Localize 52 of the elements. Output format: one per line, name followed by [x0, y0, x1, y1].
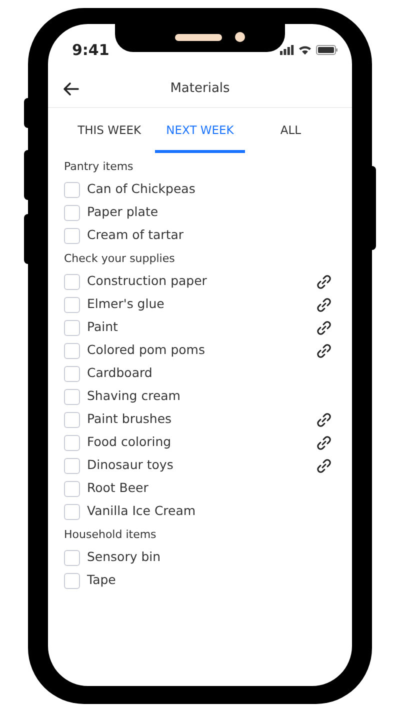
speaker: [175, 34, 222, 41]
checkbox[interactable]: [64, 480, 80, 496]
checkbox[interactable]: [64, 320, 80, 336]
section-heading: Check your supplies: [64, 250, 176, 267]
section-heading: Pantry items: [64, 158, 134, 175]
link-icon[interactable]: [316, 412, 332, 428]
tab[interactable]: NEXT WEEK: [154, 108, 246, 153]
wifi-icon: [298, 45, 312, 55]
checkbox[interactable]: [64, 504, 80, 520]
item-label: Paper plate: [87, 203, 160, 222]
checkbox[interactable]: [64, 182, 80, 198]
item-label: Elmer's glue: [87, 295, 166, 314]
checkbox[interactable]: [64, 296, 80, 312]
checkbox[interactable]: [64, 434, 80, 450]
link-icon[interactable]: [316, 342, 332, 358]
item-label: Tape: [87, 571, 117, 590]
checkbox[interactable]: [64, 550, 80, 566]
item-label: Cardboard: [87, 364, 154, 382]
battery-icon: [316, 45, 338, 55]
page-title: Materials: [170, 80, 230, 98]
item-label: Sensory bin: [87, 548, 162, 566]
checkbox[interactable]: [64, 388, 80, 404]
link-icon[interactable]: [316, 296, 332, 312]
link-icon[interactable]: [316, 434, 332, 450]
item-label: Construction paper: [87, 272, 208, 290]
tab[interactable]: ALL: [245, 108, 336, 153]
item-label: Vanilla Ice Cream: [87, 502, 197, 520]
checkbox[interactable]: [64, 458, 80, 474]
item-label: Paint brushes: [87, 410, 173, 428]
status-time: 9:41: [72, 40, 110, 61]
item-label: Cream of tartar: [87, 226, 185, 244]
tab[interactable]: THIS WEEK: [64, 108, 155, 153]
checkbox[interactable]: [64, 412, 80, 428]
item-label: Can of Chickpeas: [87, 180, 196, 198]
item-label: Paint: [87, 318, 119, 336]
checkbox[interactable]: [64, 342, 80, 358]
link-icon[interactable]: [316, 458, 332, 474]
section-heading: Household items: [64, 526, 158, 543]
link-icon[interactable]: [316, 320, 332, 336]
item-label: Root Beer: [87, 479, 150, 498]
item-label: Dinosaur toys: [87, 456, 174, 474]
checkbox[interactable]: [64, 366, 80, 382]
item-label: Food coloring: [87, 433, 172, 452]
checkbox[interactable]: [64, 274, 80, 290]
checkbox[interactable]: [64, 204, 80, 220]
item-label: Colored pom poms: [87, 341, 206, 360]
back-arrow-icon[interactable]: [63, 82, 79, 96]
item-label: Shaving cream: [87, 387, 182, 406]
checkbox[interactable]: [64, 228, 80, 244]
link-icon[interactable]: [316, 274, 332, 290]
checkbox[interactable]: [64, 572, 80, 588]
signal-icon: [280, 45, 294, 55]
